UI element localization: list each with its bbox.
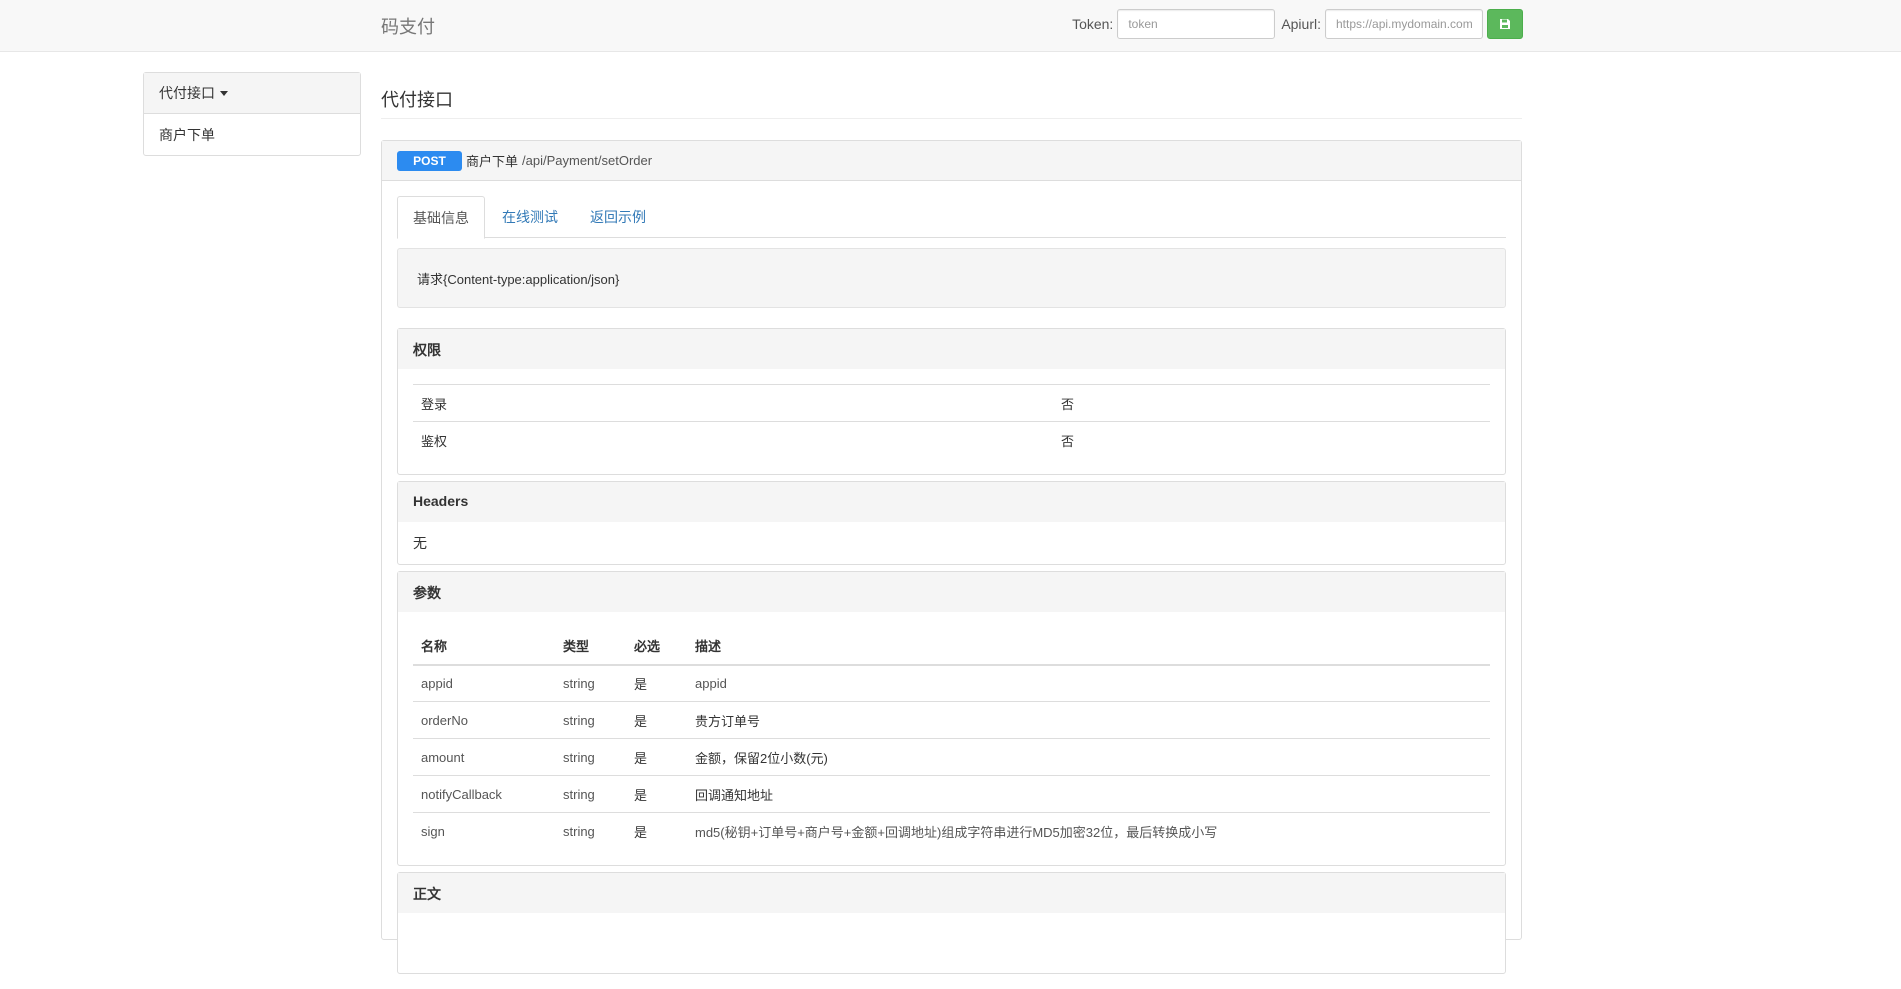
table-row: sign string 是 md5(秘钥+订单号+商户号+金额+回调地址)组成字… <box>413 812 1490 850</box>
api-panel: POST 商户下单 /api/Payment/setOrder 基础信息 在线测… <box>381 140 1522 974</box>
param-type: string <box>555 812 626 850</box>
api-body: 基础信息 在线测试 返回示例 请求{Content-type:applicati… <box>382 181 1521 989</box>
token-input[interactable] <box>1117 9 1276 39</box>
column-header-required: 必选 <box>626 626 687 666</box>
table-row: notifyCallback string 是 回调通知地址 <box>413 775 1490 813</box>
param-name: amount <box>413 738 555 776</box>
param-type: string <box>555 664 626 702</box>
table-header-row: 名称 类型 必选 描述 <box>413 626 1490 666</box>
permission-value: 否 <box>1053 421 1490 459</box>
params-body: 名称 类型 必选 描述 appid string 是 appid orderNo… <box>398 612 1505 865</box>
permissions-panel: 权限 登录 否 鉴权 否 <box>397 328 1506 475</box>
table-row: orderNo string 是 贵方订单号 <box>413 701 1490 739</box>
body-panel: 正文 <box>397 871 1506 974</box>
permissions-table: 登录 否 鉴权 否 <box>413 384 1490 459</box>
param-description: 回调通知地址 <box>687 775 1490 813</box>
param-name: sign <box>413 812 555 850</box>
param-description: 金额，保留2位小数(元) <box>687 738 1490 776</box>
api-name: 商户下单 <box>466 154 519 169</box>
headers-panel: Headers 无 <box>397 480 1506 565</box>
param-type: string <box>555 701 626 739</box>
param-required: 是 <box>626 738 687 776</box>
permissions-title: 权限 <box>398 329 1505 369</box>
table-row: 鉴权 否 <box>413 421 1490 459</box>
body-title: 正文 <box>398 872 1505 913</box>
token-label: Token: <box>1072 16 1114 32</box>
api-path: /api/Payment/setOrder <box>522 153 653 168</box>
param-name: appid <box>413 664 555 702</box>
sidebar-item-place-order[interactable]: 商户下单 <box>144 114 360 155</box>
param-name: orderNo <box>413 701 555 739</box>
permission-value: 否 <box>1053 384 1490 422</box>
page-title: 代付接口 <box>381 72 1522 119</box>
column-header-type: 类型 <box>555 626 626 666</box>
request-note: 请求{Content-type:application/json} <box>397 248 1506 308</box>
save-button[interactable] <box>1487 9 1523 39</box>
tab-online-test[interactable]: 在线测试 <box>487 196 573 237</box>
param-required: 是 <box>626 701 687 739</box>
apiurl-input[interactable] <box>1325 9 1483 39</box>
body-content <box>398 913 1505 973</box>
param-description: appid <box>687 664 1490 702</box>
column-header-name: 名称 <box>413 626 555 666</box>
param-description: 贵方订单号 <box>687 701 1490 739</box>
params-panel: 参数 名称 类型 必选 描述 appid string 是 appid orde… <box>397 570 1506 866</box>
brand-title[interactable]: 码支付 <box>381 13 435 39</box>
sidebar-group-toggle[interactable]: 代付接口 <box>144 73 360 114</box>
method-badge: POST <box>397 150 462 171</box>
apiurl-label: Apiurl: <box>1281 16 1321 32</box>
floppy-disk-icon <box>1500 19 1510 29</box>
tab-response-example[interactable]: 返回示例 <box>575 196 661 237</box>
param-required: 是 <box>626 812 687 850</box>
headers-title: Headers <box>398 481 1505 522</box>
params-title: 参数 <box>398 571 1505 612</box>
caret-down-icon <box>220 90 228 96</box>
top-navbar: 码支付 Token: Apiurl: <box>0 0 1901 52</box>
sidebar-group-label: 代付接口 <box>159 85 215 101</box>
param-description: md5(秘钥+订单号+商户号+金额+回调地址)组成字符串进行MD5加密32位，最… <box>687 812 1490 850</box>
table-row: appid string 是 appid <box>413 664 1490 702</box>
permission-name: 登录 <box>413 384 1053 422</box>
api-config-form: Token: Apiurl: <box>1072 9 1523 39</box>
param-required: 是 <box>626 664 687 702</box>
param-name: notifyCallback <box>413 775 555 813</box>
table-row: 登录 否 <box>413 384 1490 422</box>
column-header-description: 描述 <box>687 626 1490 666</box>
headers-content: 无 <box>413 534 427 551</box>
table-row: amount string 是 金额，保留2位小数(元) <box>413 738 1490 776</box>
api-tabs: 基础信息 在线测试 返回示例 <box>397 196 1506 239</box>
api-header[interactable]: POST 商户下单 /api/Payment/setOrder <box>382 141 1521 181</box>
params-table: 名称 类型 必选 描述 appid string 是 appid orderNo… <box>413 626 1490 850</box>
main-content: 代付接口 POST 商户下单 /api/Payment/setOrder 基础信… <box>381 72 1522 974</box>
permission-name: 鉴权 <box>413 421 1053 459</box>
sidebar: 代付接口 商户下单 <box>143 72 361 156</box>
param-type: string <box>555 775 626 813</box>
param-type: string <box>555 738 626 776</box>
param-required: 是 <box>626 775 687 813</box>
tab-basic-info[interactable]: 基础信息 <box>397 196 485 239</box>
permissions-body: 登录 否 鉴权 否 <box>398 369 1505 474</box>
